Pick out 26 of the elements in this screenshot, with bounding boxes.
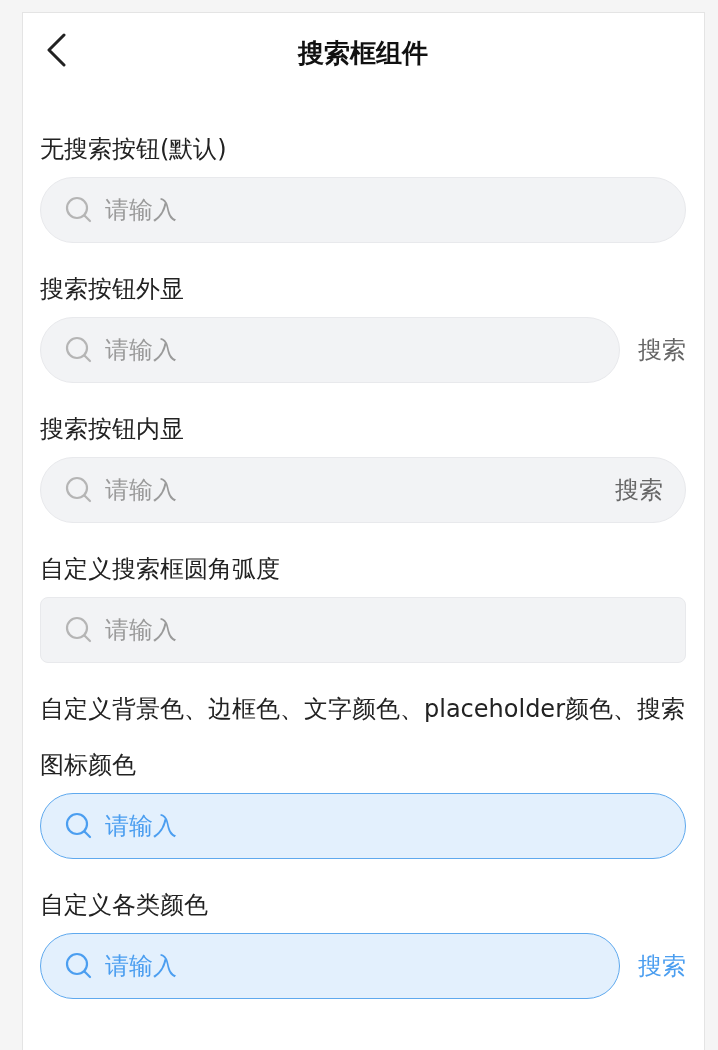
section-label: 搜索按钮内显 bbox=[40, 414, 185, 445]
section-label: 自定义各类颜色 bbox=[40, 890, 209, 921]
search-field[interactable]: 请输入 bbox=[40, 933, 620, 999]
search-field[interactable]: 请输入 bbox=[40, 793, 686, 859]
section-label: 自定义搜索框圆角弧度 bbox=[40, 554, 281, 585]
search-icon bbox=[65, 336, 93, 364]
input-field[interactable]: 请输入 bbox=[105, 812, 663, 840]
back-icon[interactable] bbox=[46, 33, 66, 67]
input-field[interactable]: 请输入 bbox=[105, 952, 597, 980]
search-icon bbox=[65, 476, 93, 504]
search-icon bbox=[65, 616, 93, 644]
search-button[interactable]: 搜索 bbox=[638, 950, 686, 982]
page-title: 搜索框组件 bbox=[298, 36, 428, 70]
search-icon bbox=[65, 196, 93, 224]
search-icon bbox=[65, 812, 93, 840]
input-field[interactable]: 请输入 bbox=[105, 336, 597, 364]
search-button[interactable]: 搜索 bbox=[638, 334, 686, 366]
search-button[interactable]: 搜索 bbox=[615, 474, 663, 506]
input-field[interactable]: 请输入 bbox=[105, 616, 663, 644]
input-field[interactable]: 请输入 bbox=[105, 196, 663, 224]
input-field[interactable]: 请输入 bbox=[105, 476, 603, 504]
section-label: 无搜索按钮(默认) bbox=[40, 134, 228, 165]
section-label: 自定义背景色、边框色、文字颜色、placeholder颜色、搜索图标颜色 bbox=[40, 694, 686, 781]
section-label: 搜索按钮外显 bbox=[40, 274, 185, 305]
search-field[interactable]: 请输入 搜索 bbox=[40, 457, 686, 523]
search-icon bbox=[65, 952, 93, 980]
